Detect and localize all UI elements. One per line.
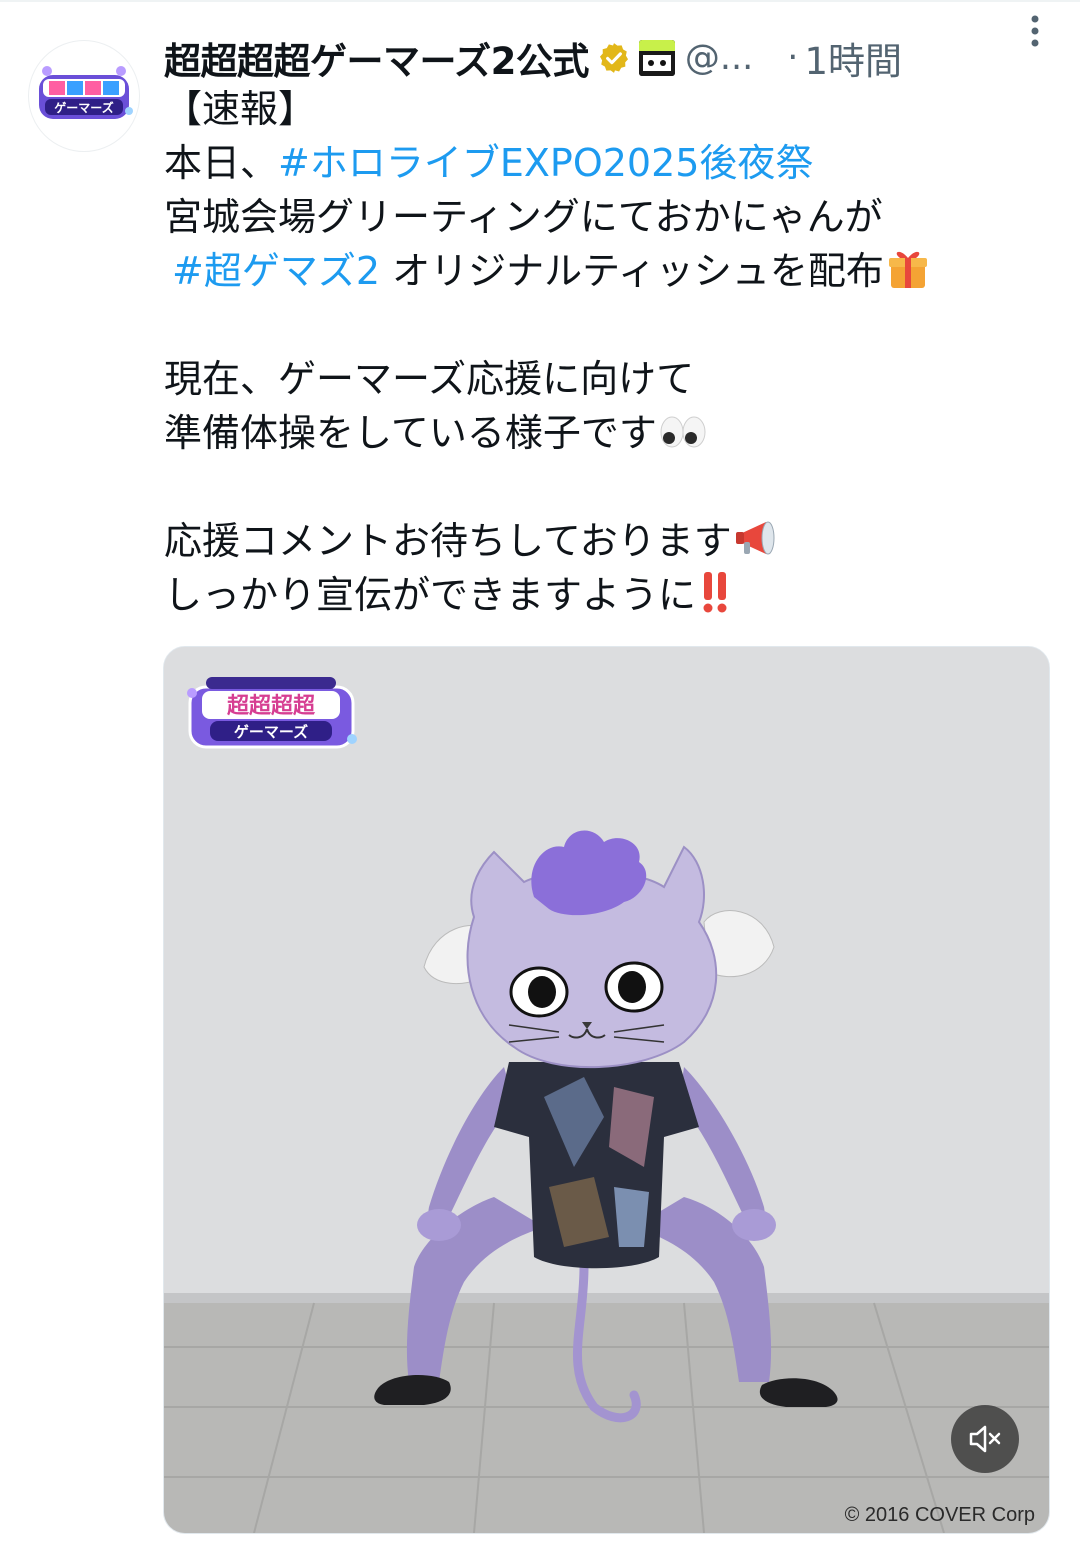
- text-segment: オリジナルティッシュを配布: [380, 249, 884, 293]
- verified-badge-icon: [599, 43, 628, 73]
- profile-avatar[interactable]: ゲーマーズ: [28, 40, 140, 152]
- separator-dot: ·: [787, 38, 799, 78]
- text-segment: 準備体操をしている様子です: [164, 411, 657, 455]
- text-line: 【速報】: [164, 82, 1044, 136]
- copyright-text: © 2016 COVER Corp: [844, 1504, 1035, 1526]
- svg-text:超超超超: 超超超超: [227, 694, 316, 719]
- text-segment: しっかり宣伝ができますように: [164, 573, 697, 617]
- anime-affiliate-badge-icon[interactable]: [638, 40, 675, 76]
- text-segment: 宮城会場グリーティングにておかにゃんが: [164, 195, 883, 239]
- timestamp[interactable]: 1時間: [804, 31, 902, 85]
- text-segment: 本日、: [164, 141, 279, 185]
- text-line: #超ゲマズ2 オリジナルティッシュを配布: [164, 244, 1044, 298]
- tweet-header: 超超超超ゲーマーズ2公式 @... · 1時間: [164, 28, 1060, 88]
- svg-text:ゲーマーズ: ゲーマーズ: [234, 723, 308, 741]
- top-divider: [0, 0, 1080, 2]
- tweet-text: 【速報】 本日、#ホロライブEXPO2025後夜祭 宮城会場グリーティングにてお…: [164, 82, 1044, 622]
- text-line: 本日、#ホロライブEXPO2025後夜祭: [164, 136, 1044, 190]
- text-line: 現在、ゲーマーズ応援に向けて: [164, 352, 1044, 406]
- eyes-emoji-icon: [660, 416, 706, 448]
- video-media[interactable]: 超超超超 ゲーマーズ © 2016 COVER Corp: [163, 646, 1050, 1534]
- display-name[interactable]: 超超超超ゲーマーズ2公式: [164, 31, 589, 85]
- text-segment: 応援コメントお待ちしております: [164, 519, 732, 563]
- text-segment: 現在、ゲーマーズ応援に向けて: [164, 357, 695, 401]
- hashtag-link[interactable]: #超ゲマズ2: [172, 249, 380, 293]
- text-line: 宮城会場グリーティングにておかにゃんが: [164, 190, 1044, 244]
- video-frame: [164, 647, 1049, 1533]
- text-segment: 【速報】: [164, 87, 317, 131]
- event-logo-overlay: 超超超超 ゲーマーズ: [187, 677, 357, 749]
- text-line: 応援コメントお待ちしております: [164, 514, 1044, 568]
- more-vertical-icon[interactable]: [1030, 14, 1040, 48]
- svg-text:ゲーマーズ: ゲーマーズ: [54, 100, 113, 115]
- mute-button[interactable]: [951, 1405, 1019, 1473]
- hashtag-link[interactable]: #ホロライブEXPO2025後夜祭: [278, 141, 813, 185]
- text-line: しっかり宣伝ができますように: [164, 568, 1044, 622]
- megaphone-emoji-icon: [735, 521, 775, 555]
- mute-icon: [969, 1425, 1001, 1453]
- double-exclamation-emoji-icon: [703, 572, 727, 613]
- user-handle[interactable]: @...: [685, 38, 753, 78]
- gift-emoji-icon: [888, 251, 927, 288]
- text-line: 準備体操をしている様子です: [164, 406, 1044, 460]
